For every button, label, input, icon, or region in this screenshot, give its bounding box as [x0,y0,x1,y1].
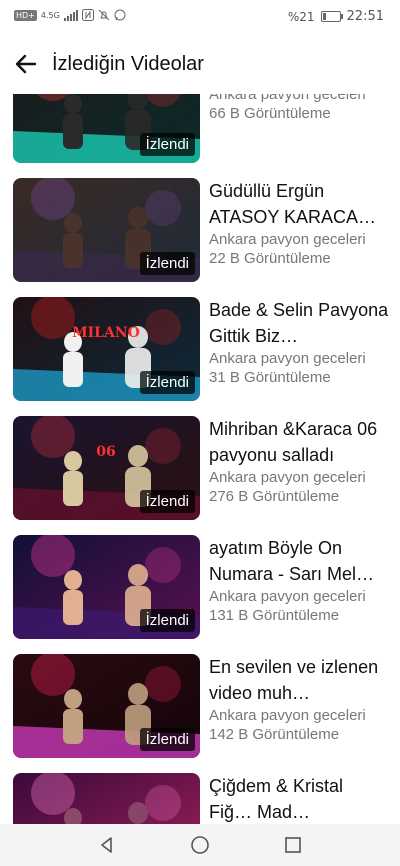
video-title[interactable]: Güdüllü Ergün ATASOY KARACA… [209,178,391,230]
battery-icon [320,11,343,22]
video-thumbnail[interactable]: İzlendi [13,178,200,282]
back-triangle-icon [100,837,112,853]
video-title[interactable]: Çiğdem & Kristal Fiğ… Mad… [209,773,391,824]
channel-name: Ankara pavyon geceleri [209,350,366,367]
video-title[interactable]: ayatım Böyle On Numara - Sarı Mel… [209,535,391,587]
video-list-item[interactable]: Çiğdem & Kristal Fiğ… Mad… [0,773,400,824]
video-thumbnail[interactable]: İzlendi [13,654,200,758]
view-count: 22 B Görüntüleme [209,250,331,267]
watched-videos-list[interactable]: İzlendi Çocuklar izlemesin ...Ankara pavy… [0,94,400,824]
video-thumbnail[interactable]: MILANO İzlendi [13,297,200,401]
arrow-left-icon [15,54,37,74]
recents-square-icon [285,837,302,853]
view-count: 142 B Görüntüleme [209,726,340,743]
video-title[interactable]: Mihriban &Karaca 06 pavyonu salladı [209,416,391,468]
video-thumbnail[interactable]: İzlendi [13,535,200,639]
video-thumbnail[interactable]: İzlendi [13,94,200,163]
watched-badge: İzlendi [139,609,195,632]
watched-badge: İzlendi [139,490,195,513]
video-list-item[interactable]: İzlendi ayatım Böyle On Numara - Sarı Mel… [0,535,400,654]
watched-badge: İzlendi [139,371,195,394]
back-button[interactable] [0,34,52,94]
video-list-item[interactable]: İzlendi En sevilen ve izlenen video muh… A… [0,654,400,773]
status-bar: HD+ 4.5G %21 22:51 [0,0,400,34]
video-title[interactable]: Bade & Selin Pavyona Gittik Biz… [209,297,391,349]
view-count: 31 B Görüntüleme [209,369,331,386]
video-list-item[interactable]: 06 İzlendi Mihriban &Karaca 06 pavyonu sal… [0,416,400,535]
network-badge: HD+ [14,9,37,21]
nfc-icon [81,9,94,21]
nav-home-button[interactable] [180,827,220,863]
channel-name: Ankara pavyon geceleri [209,588,366,605]
video-list-item[interactable]: İzlendi Güdüllü Ergün ATASOY KARACA… Ankar… [0,178,400,297]
video-thumbnail[interactable] [13,773,200,824]
watched-badge: İzlendi [139,252,195,275]
network-type: 4.5G [40,10,60,20]
view-count: 66 B Görüntüleme [209,105,331,122]
video-meta: Çocuklar izlemesin ...Ankara pavyon gece… [209,94,391,123]
video-meta: Bade & Selin Pavyona Gittik Biz… Ankara p… [209,297,391,387]
view-count: 276 B Görüntüleme [209,488,340,505]
channel-name: Ankara pavyon geceleri [209,469,366,486]
thumbnail-overlay-text: MILANO [72,325,140,341]
watched-badge: İzlendi [139,133,195,156]
page-title: İzlediğin Videolar [52,52,204,75]
channel-name: Ankara pavyon geceleri [209,94,366,103]
video-thumbnail[interactable]: 06 İzlendi [13,416,200,520]
video-meta: Mihriban &Karaca 06 pavyonu salladı Ankar… [209,416,391,506]
view-count: 131 B Görüntüleme [209,607,340,624]
video-meta: Güdüllü Ergün ATASOY KARACA… Ankara pavyo… [209,178,391,268]
video-meta: En sevilen ve izlenen video muh… Ankara p… [209,654,391,744]
video-meta: ayatım Böyle On Numara - Sarı Mel… Ankara… [209,535,391,625]
video-list-item[interactable]: İzlendi Çocuklar izlemesin ...Ankara pavy… [0,94,400,178]
whatsapp-icon [114,9,126,21]
video-meta: Çiğdem & Kristal Fiğ… Mad… [209,773,391,824]
video-list-item[interactable]: MILANO İzlendi Bade & Selin Pavyona Gittik… [0,297,400,416]
system-nav-bar [0,824,400,866]
watched-badge: İzlendi [139,728,195,751]
header-bar: İzlediğin Videolar [0,34,400,94]
home-circle-icon [191,836,209,854]
nav-back-button[interactable] [87,827,127,863]
nav-recents-button[interactable] [273,827,313,863]
battery-percent: %21 [287,9,315,24]
clock: 22:51 [346,9,384,24]
mute-icon [98,9,110,21]
channel-name: Ankara pavyon geceleri [209,231,366,248]
channel-name: Ankara pavyon geceleri [209,707,366,724]
video-title[interactable]: En sevilen ve izlenen video muh… [209,654,391,706]
signal-icon [63,9,78,21]
thumbnail-overlay-text: 06 [96,444,115,460]
